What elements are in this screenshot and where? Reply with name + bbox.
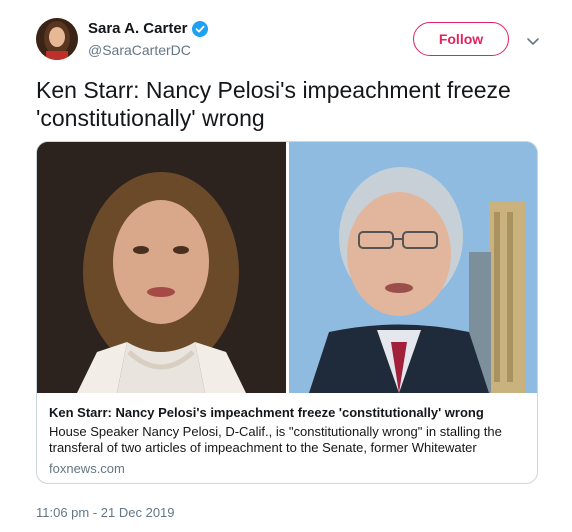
name-row: Sara A. Carter [88, 20, 208, 37]
tweet-timestamp[interactable]: 11:06 pm - 21 Dec 2019 [36, 505, 175, 520]
verified-badge-icon [191, 20, 208, 37]
chevron-down-icon[interactable] [526, 34, 540, 46]
tweet-text: Ken Starr: Nancy Pelosi's impeachment fr… [36, 77, 511, 131]
link-card[interactable]: Ken Starr: Nancy Pelosi's impeachment fr… [36, 141, 538, 484]
card-domain: foxnews.com [49, 461, 125, 476]
avatar-photo-icon [36, 18, 78, 60]
card-image-left [37, 142, 286, 393]
display-name[interactable]: Sara A. Carter [88, 20, 188, 37]
follow-button[interactable]: Follow [413, 22, 509, 56]
card-title[interactable]: Ken Starr: Nancy Pelosi's impeachment fr… [49, 404, 525, 422]
card-description: House Speaker Nancy Pelosi, D-Calif., is… [49, 424, 502, 455]
author-avatar[interactable] [36, 18, 78, 60]
card-body[interactable]: Ken Starr: Nancy Pelosi's impeachment fr… [37, 393, 537, 483]
author-handle[interactable]: @SaraCarterDC [88, 42, 191, 58]
card-image-right [289, 142, 537, 393]
tweet-header: Sara A. Carter @SaraCarterDC Follow [36, 18, 546, 66]
card-image[interactable] [37, 142, 537, 393]
